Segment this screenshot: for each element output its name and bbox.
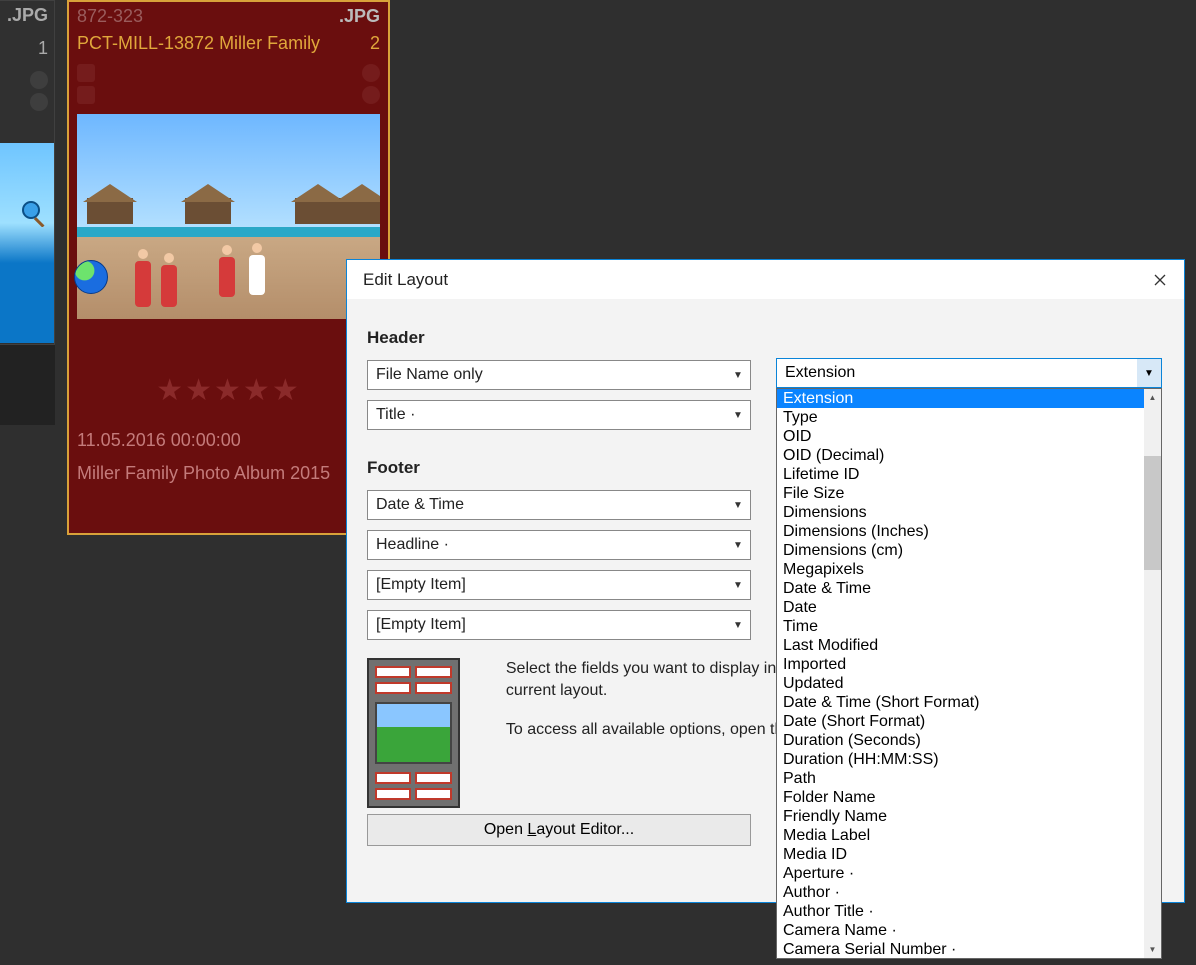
dropdown-option[interactable]: Duration (HH:MM:SS) [777,750,1144,769]
dropdown-option[interactable]: Media Label [777,826,1144,845]
chevron-down-icon: ▼ [726,491,750,519]
thumbnail-image-partial [0,143,55,343]
dropdown-option[interactable]: OID [777,427,1144,446]
dropdown-option[interactable]: Path [777,769,1144,788]
combo-value: Extension [777,364,1137,382]
footer-field-4-combo[interactable]: [Empty Item] ▼ [367,610,751,640]
dropdown-option[interactable]: Friendly Name [777,807,1144,826]
dropdown-option[interactable]: Megapixels [777,560,1144,579]
panel-divider [0,345,55,425]
thumbnail-selected[interactable]: 872-323 .JPG PCT-MILL-13872 Miller Famil… [67,0,390,535]
dropdown-option[interactable]: Folder Name [777,788,1144,807]
scroll-thumb[interactable] [1144,456,1161,570]
dropdown-option[interactable]: Media ID [777,845,1144,864]
header-field-right-combo[interactable]: Extension ▼ [776,358,1162,388]
chevron-down-icon: ▼ [726,361,750,389]
scroll-down-button[interactable]: ▼ [1144,941,1161,958]
dropdown-option[interactable]: Dimensions (cm) [777,541,1144,560]
dropdown-option[interactable]: Camera Serial Number · [777,940,1144,958]
layout-preview-icon [367,658,460,808]
dropdown-option[interactable]: Lifetime ID [777,465,1144,484]
dropdown-option[interactable]: Last Modified [777,636,1144,655]
dropdown-option[interactable]: Updated [777,674,1144,693]
thumb-status-icon [362,86,380,104]
dropdown-option[interactable]: Date [777,598,1144,617]
combo-value: Headline · [368,536,726,554]
file-code: 872-323 [77,6,143,27]
dropdown-option[interactable]: Date & Time [777,579,1144,598]
dropdown-option[interactable]: Date (Short Format) [777,712,1144,731]
globe-icon [74,260,108,294]
file-headline: Miller Family Photo Album 2015 [69,455,388,492]
dropdown-option[interactable]: Time [777,617,1144,636]
combo-value: [Empty Item] [368,616,726,634]
combo-value: Title · [368,406,726,424]
color-label-icon [362,64,380,82]
file-extension: .JPG [339,6,380,27]
scroll-track[interactable] [1144,406,1161,941]
flag-icon [77,86,95,104]
scrollbar[interactable]: ▲ ▼ [1144,389,1161,958]
dropdown-option[interactable]: Duration (Seconds) [777,731,1144,750]
dropdown-option[interactable]: Dimensions [777,503,1144,522]
dropdown-option[interactable]: Date & Time (Short Format) [777,693,1144,712]
thumbnail-prev[interactable]: .JPG 1 [0,0,55,345]
chevron-down-icon: ▼ [726,531,750,559]
file-datetime: 11.05.2016 00:00:00 [69,408,388,455]
combo-value: [Empty Item] [368,576,726,594]
dropdown-option[interactable]: Extension [777,389,1144,408]
shield-icon [77,64,95,82]
footer-field-3-combo[interactable]: [Empty Item] ▼ [367,570,751,600]
open-layout-editor-button[interactable]: Open Layout Editor... [367,814,751,846]
header-field-1-combo[interactable]: File Name only ▼ [367,360,751,390]
file-index: 1 [0,30,54,67]
dropdown-option[interactable]: Author · [777,883,1144,902]
combo-value: File Name only [368,366,726,384]
dropdown-option[interactable]: Dimensions (Inches) [777,522,1144,541]
dropdown-option[interactable]: OID (Decimal) [777,446,1144,465]
scroll-up-button[interactable]: ▲ [1144,389,1161,406]
dropdown-option[interactable]: Author Title · [777,902,1144,921]
field-dropdown-list: ExtensionTypeOIDOID (Decimal)Lifetime ID… [776,388,1162,959]
magnifier-icon [20,199,48,227]
chevron-down-icon: ▼ [726,571,750,599]
file-name: PCT-MILL-13872 Miller Family [77,33,320,54]
dropdown-option[interactable]: Camera Name · [777,921,1144,940]
footer-field-1-combo[interactable]: Date & Time ▼ [367,490,751,520]
chevron-down-icon: ▼ [726,611,750,639]
combo-value: Date & Time [368,496,726,514]
info-icon [30,71,48,89]
chevron-down-icon: ▼ [726,401,750,429]
close-button[interactable] [1136,260,1184,300]
file-index: 2 [370,33,380,54]
chevron-down-icon: ▼ [1137,359,1161,387]
dialog-title: Edit Layout [347,270,1136,290]
file-extension: .JPG [0,1,54,30]
header-section-label: Header [367,328,1164,348]
dropdown-option[interactable]: File Size [777,484,1144,503]
footer-field-2-combo[interactable]: Headline · ▼ [367,530,751,560]
thumbnail-image [77,114,380,319]
dropdown-option[interactable]: Imported [777,655,1144,674]
dropdown-option[interactable]: Aperture · [777,864,1144,883]
rating-stars[interactable]: ★★★★★ [69,325,388,408]
status-icon [30,93,48,111]
header-field-2-combo[interactable]: Title · ▼ [367,400,751,430]
dropdown-option[interactable]: Type [777,408,1144,427]
